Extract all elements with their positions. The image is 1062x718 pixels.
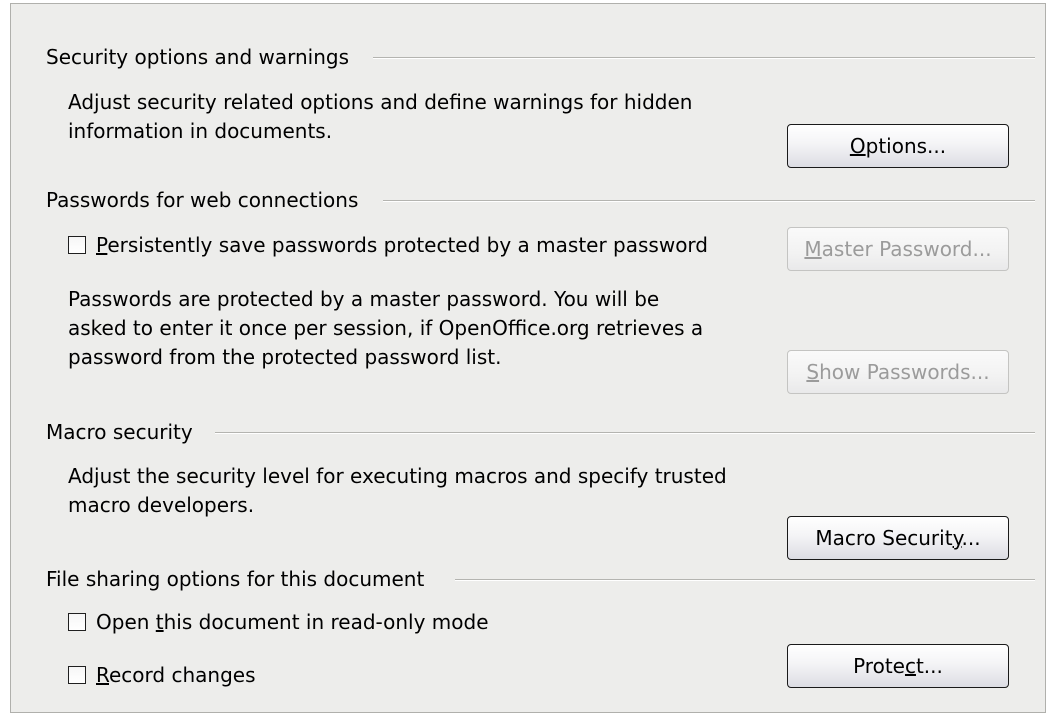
options-button[interactable]: Options... (787, 124, 1009, 168)
security-options-separator (373, 57, 1035, 59)
macro-security-description: Adjust the security level for executing … (68, 464, 727, 517)
read-only-label: Open this document in read-only mode (96, 610, 489, 634)
passwords-separator (383, 200, 1035, 202)
passwords-description: Passwords are protected by a master pass… (68, 287, 704, 369)
record-changes-checkbox[interactable] (68, 666, 86, 684)
security-options-heading: Security options and warnings (46, 45, 349, 69)
macro-security-separator (215, 432, 1035, 434)
protect-button[interactable]: Protect... (787, 644, 1009, 688)
security-options-panel: Security options and warnings Adjust sec… (10, 3, 1046, 713)
master-password-button[interactable]: Master Password... (787, 227, 1009, 271)
security-options-description: Adjust security related options and defi… (68, 90, 693, 143)
read-only-checkbox[interactable] (68, 613, 86, 631)
macro-security-button[interactable]: Macro Security... (787, 516, 1009, 560)
file-sharing-heading: File sharing options for this document (46, 567, 425, 591)
file-sharing-separator (455, 579, 1035, 581)
macro-security-heading: Macro security (46, 420, 193, 444)
record-changes-label: Record changes (96, 663, 256, 687)
read-only-option[interactable]: Open this document in read-only mode (68, 610, 489, 634)
persist-passwords-checkbox[interactable] (68, 236, 86, 254)
persist-passwords-label: Persistently save passwords protected by… (96, 233, 708, 257)
show-passwords-button[interactable]: Show Passwords... (787, 350, 1009, 394)
passwords-heading: Passwords for web connections (46, 188, 359, 212)
persist-passwords-option[interactable]: Persistently save passwords protected by… (68, 233, 708, 257)
record-changes-option[interactable]: Record changes (68, 663, 255, 687)
